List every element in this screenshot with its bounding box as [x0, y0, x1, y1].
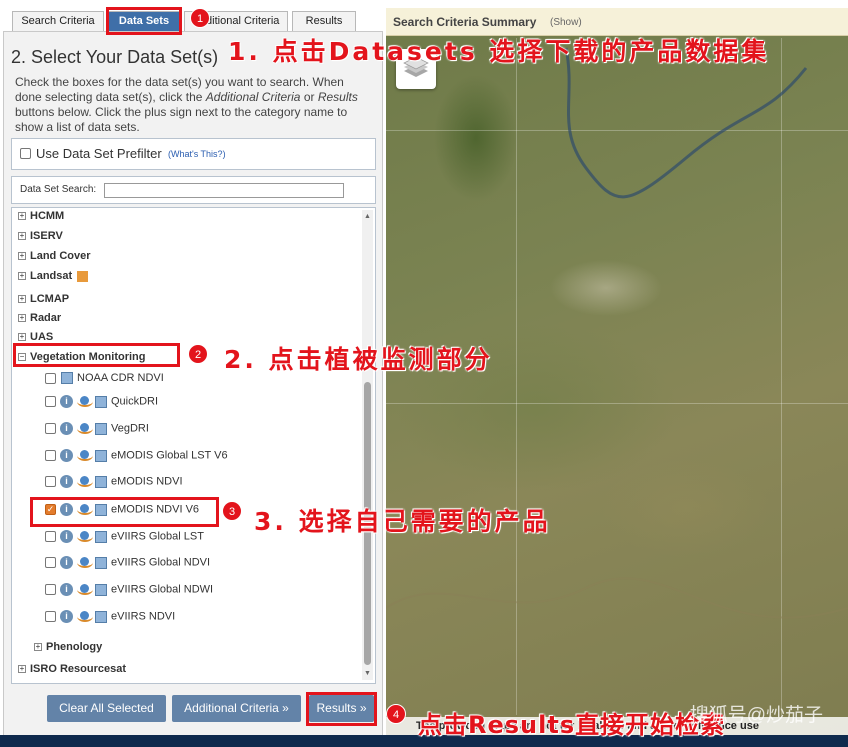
- category-radar[interactable]: + Radar: [18, 312, 61, 324]
- dataset-checkbox[interactable]: [45, 611, 56, 622]
- annotation-box-2: [13, 343, 180, 367]
- category-hcmm[interactable]: + HCMM: [18, 210, 64, 222]
- globe-icon: [77, 557, 93, 568]
- annotation-badge-4: 4: [386, 704, 406, 724]
- info-icon[interactable]: i: [60, 583, 73, 596]
- additional-criteria-button[interactable]: Additional Criteria »: [172, 695, 301, 722]
- info-icon[interactable]: i: [60, 395, 73, 408]
- instructions: Check the boxes for the data set(s) you …: [15, 75, 358, 134]
- map-icon: [95, 449, 107, 462]
- dataset-emodis-ndvi[interactable]: i eMODIS NDVI: [45, 475, 183, 488]
- annotation-text-4: 点击Results直接开始检索: [418, 711, 726, 739]
- globe-icon: [77, 611, 93, 622]
- prefilter-box: Use Data Set Prefilter (What's This?): [11, 138, 376, 170]
- dataset-eviirs-global-ndvi[interactable]: i eVIIRS Global NDVI: [45, 556, 210, 569]
- dataset-checkbox[interactable]: [45, 476, 56, 487]
- dataset-checkbox[interactable]: [45, 557, 56, 568]
- clear-all-selected-button[interactable]: Clear All Selected: [47, 695, 166, 722]
- globe-icon: [77, 531, 93, 542]
- dataset-checkbox[interactable]: [45, 450, 56, 461]
- watermark: 搜狐号@炒茄子: [689, 705, 823, 726]
- info-icon[interactable]: i: [60, 422, 73, 435]
- info-icon[interactable]: i: [60, 530, 73, 543]
- section-heading: 2. Select Your Data Set(s): [11, 47, 219, 67]
- annotation-text-3: 3. 选择自己需要的产品: [254, 507, 551, 536]
- dataset-vegdri[interactable]: i VegDRI: [45, 422, 149, 435]
- search-label: Data Set Search:: [20, 184, 97, 195]
- map-icon: [95, 422, 107, 435]
- globe-icon: [77, 450, 93, 461]
- dataset-tree: + HCMM + ISERV + Land Cover + Landsat + LCMAP…: [11, 207, 376, 684]
- whats-this-link[interactable]: (What's This?): [168, 149, 226, 159]
- dataset-checkbox[interactable]: [45, 423, 56, 434]
- info-icon[interactable]: i: [60, 610, 73, 623]
- annotation-badge-3: 3: [222, 501, 242, 521]
- map-icon: [95, 530, 107, 543]
- dataset-emodis-global-lst-v6[interactable]: i eMODIS Global LST V6: [45, 449, 228, 462]
- info-icon[interactable]: i: [60, 449, 73, 462]
- category-phenology[interactable]: + Phenology: [34, 641, 102, 653]
- map-icon: [61, 372, 73, 385]
- prefilter-label: Use Data Set Prefilter: [36, 146, 162, 161]
- category-land-cover[interactable]: + Land Cover: [18, 250, 91, 262]
- map-icon: [95, 556, 107, 569]
- category-lcmap[interactable]: + LCMAP: [18, 293, 69, 305]
- annotation-badge-2: 2: [188, 344, 208, 364]
- dataset-eviirs-global-lst[interactable]: i eVIIRS Global LST: [45, 530, 204, 543]
- info-icon[interactable]: i: [60, 475, 73, 488]
- tab-results[interactable]: Results: [292, 11, 356, 31]
- scroll-down-icon[interactable]: ▼: [364, 670, 371, 677]
- map-icon: [95, 475, 107, 488]
- dataset-quickdri[interactable]: i QuickDRI: [45, 395, 158, 408]
- map-icon: [95, 395, 107, 408]
- annotation-box-1: [106, 7, 182, 35]
- category-iserv[interactable]: + ISERV: [18, 230, 63, 242]
- category-isro-resourcesat[interactable]: + ISRO Resourcesat: [18, 663, 126, 675]
- search-input[interactable]: [104, 183, 344, 198]
- annotation-badge-1: 1: [190, 8, 210, 28]
- annotation-text-2: 2. 点击植被监测部分: [224, 345, 493, 374]
- tab-search-criteria[interactable]: Search Criteria: [12, 11, 104, 31]
- landsat-icon: [77, 270, 89, 282]
- tree-scrollbar[interactable]: ▲ ▼: [362, 210, 373, 680]
- annotation-text-1: 1. 点击Datasets 选择下载的产品数据集: [228, 37, 770, 66]
- globe-icon: [77, 423, 93, 434]
- category-landsat[interactable]: + Landsat: [18, 270, 89, 282]
- dataset-checkbox[interactable]: [45, 584, 56, 595]
- prefilter-checkbox[interactable]: [20, 148, 31, 159]
- dataset-checkbox[interactable]: [45, 372, 56, 384]
- globe-icon: [77, 584, 93, 595]
- dataset-eviirs-global-ndwi[interactable]: i eVIIRS Global NDWI: [45, 583, 213, 596]
- info-icon[interactable]: i: [60, 556, 73, 569]
- map-icon: [95, 610, 107, 623]
- search-box: Data Set Search:: [11, 176, 376, 204]
- annotation-box-3: [30, 497, 219, 527]
- globe-icon: [77, 476, 93, 487]
- dataset-eviirs-ndvi[interactable]: i eVIIRS NDVI: [45, 610, 175, 623]
- scroll-up-icon[interactable]: ▲: [364, 213, 371, 220]
- dataset-noaa-cdr-ndvi[interactable]: NOAA CDR NDVI: [45, 372, 164, 385]
- globe-icon: [77, 396, 93, 407]
- map-icon: [95, 583, 107, 596]
- summary-show-link[interactable]: (Show): [550, 17, 582, 28]
- category-uas[interactable]: + UAS: [18, 331, 53, 343]
- annotation-box-4: [306, 692, 377, 726]
- dataset-checkbox[interactable]: [45, 396, 56, 407]
- dataset-checkbox[interactable]: [45, 531, 56, 542]
- summary-title: Search Criteria Summary: [393, 15, 537, 29]
